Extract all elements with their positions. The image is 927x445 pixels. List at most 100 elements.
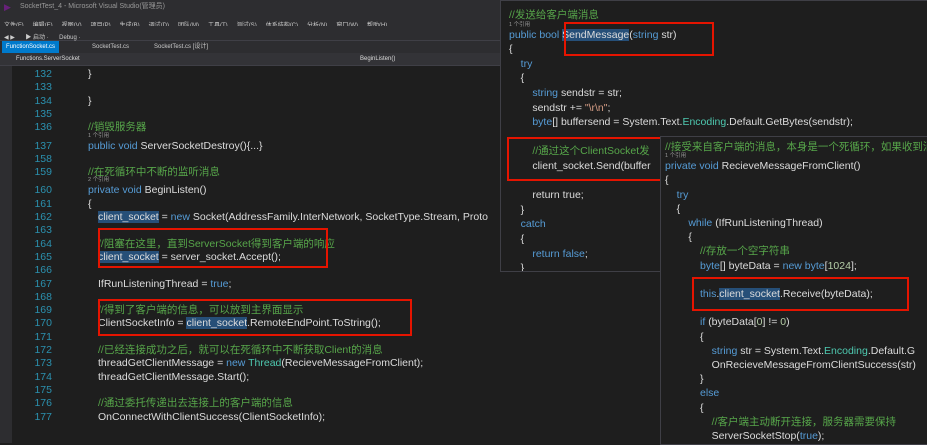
line-number: 134 [34, 94, 52, 107]
navigation-bar: Functions.ServerSocket BeginListen() [0, 53, 500, 66]
member-dropdown[interactable]: BeginListen() [360, 53, 395, 65]
code-token: string [509, 87, 561, 99]
code-line: } [88, 68, 92, 81]
window-title: SocketTest_4 - Microsoft Visual Studio(管… [20, 3, 165, 10]
code-token: ServerSocketStop( [665, 430, 800, 442]
code-token: while [665, 217, 716, 229]
code-token: { [665, 202, 681, 215]
code-token: { [509, 233, 525, 245]
code-token: str = System.Text. [740, 344, 825, 357]
code-token: RecieveMessageFromClient() [721, 160, 861, 173]
code-line: { [665, 402, 704, 415]
code-token: ; [607, 101, 611, 114]
tab-sockettest-design[interactable]: SocketTest.cs [设计] [150, 41, 212, 53]
code-token: [] byteData = [719, 259, 783, 272]
code-line: { [509, 233, 525, 246]
line-number: 161 [34, 197, 52, 210]
line-number: 158 [34, 152, 52, 165]
code-token: (AddressFamily.InterNetwork, SocketType.… [224, 211, 488, 223]
code-token: } [509, 262, 525, 272]
code-line: //存放一个空字符串 [665, 245, 790, 258]
code-token: } [88, 94, 92, 107]
code-token: IfRunListeningThread = [98, 277, 211, 290]
reference-count[interactable]: 1 个引用 [509, 20, 530, 28]
code-line: } [88, 95, 92, 108]
code-token: (byteData[ [708, 316, 757, 329]
code-line: threadGetClientMessage = new Thread(Reci… [98, 357, 423, 370]
reference-count[interactable]: 1 个引用 [88, 131, 109, 139]
line-number: 164 [34, 237, 52, 250]
code-token: threadGetClientMessage = [98, 357, 227, 370]
code-token: (IfRunListeningThread) [715, 217, 823, 229]
line-number: 177 [34, 410, 52, 423]
code-token: catch [509, 218, 546, 231]
code-line: sendstr += "\r\n"; [509, 102, 610, 115]
code-line: //客户端主动断开连接，服务器需要保持 [665, 416, 896, 429]
reference-count[interactable]: 1 个引用 [665, 151, 686, 159]
document-tabs: FunctionSocket.cs SocketTest.cs SocketTe… [0, 41, 500, 53]
code-token: private void [665, 160, 722, 173]
code-token: return true [509, 189, 581, 202]
code-token: sendstr += [509, 101, 585, 114]
code-line: OnConnectWithClientSuccess(ClientSocketI… [98, 411, 325, 424]
line-number: 136 [34, 121, 52, 134]
code-token: { [88, 197, 92, 210]
code-line: //接受来自客户端的消息，本身是一个死循环，如果收到消息 [665, 141, 927, 154]
code-token: //存放一个空字符串 [665, 245, 790, 258]
code-line: OnRecieveMessageFromClientSuccess(str) [665, 359, 916, 372]
code-token: threadGetClientMessage.Start(); [98, 370, 250, 383]
code-token: new [226, 357, 249, 370]
code-line: threadGetClientMessage.Start(); [98, 371, 249, 384]
tab-functionsocket[interactable]: FunctionSocket.cs [2, 41, 60, 53]
line-number: 173 [34, 357, 52, 370]
code-line: return false; [509, 247, 588, 261]
code-line: ServerSocketStop(true); [665, 430, 825, 443]
code-token: .Default.G [867, 344, 916, 357]
code-line: { [509, 43, 513, 56]
code-line: else [665, 387, 719, 400]
code-line: private void BeginListen() [88, 184, 207, 197]
line-number: 166 [34, 264, 52, 277]
line-number: 174 [34, 370, 52, 383]
code-token: (RecieveMessageFromClient); [281, 357, 424, 370]
code-line: } [665, 373, 704, 386]
code-token: byte [804, 259, 825, 272]
tab-sockettest[interactable]: SocketTest.cs [88, 41, 133, 53]
code-token: ; [584, 247, 588, 260]
code-token: true [210, 277, 229, 290]
reference-count[interactable]: 2 个引用 [88, 175, 109, 183]
code-token: byte [665, 259, 720, 272]
code-line: IfRunListeningThread = true; [98, 278, 231, 291]
line-number: 169 [34, 304, 52, 317]
line-number: 167 [34, 277, 52, 290]
code-line: byte[] byteData = new byte[1024]; [665, 260, 857, 273]
highlight-box-sendmessage [564, 22, 714, 56]
code-token: { [509, 43, 513, 56]
code-token: ] != [762, 316, 781, 329]
code-token: } [665, 373, 704, 386]
code-token: //通过委托传递出去连接上的客户端的信息 [98, 397, 293, 410]
code-token: ServerSocketDestroy(){...} [140, 139, 263, 152]
line-number: 132 [34, 68, 52, 80]
code-token: 1024 [827, 259, 851, 272]
code-token: } [509, 203, 525, 216]
code-line: string sendstr = str; [509, 87, 622, 100]
code-token: try [509, 57, 533, 70]
line-number: 175 [34, 383, 52, 396]
code-token: [] buffersend = System.Text. [552, 116, 683, 129]
code-line: //通过委托传递出去连接上的客户端的信息 [98, 397, 293, 410]
highlight-box-remote-endpoint [98, 299, 412, 336]
code-token: //接受来自客户端的消息，本身是一个死循环，如果收到消息 [665, 141, 927, 153]
code-token: ; [580, 189, 584, 202]
code-token: "\r\n" [584, 101, 608, 114]
code-token: public bool [509, 28, 563, 41]
code-line: } [509, 203, 525, 217]
code-token: OnRecieveMessageFromClientSuccess(str) [665, 359, 916, 371]
code-token: .Default.GetBytes(sendstr); [726, 116, 853, 129]
code-token: new [170, 211, 193, 223]
code-line: { [509, 72, 525, 85]
line-number: 172 [34, 344, 52, 356]
class-dropdown[interactable]: Functions.ServerSocket [16, 53, 80, 65]
code-line: while (IfRunListeningThread) [665, 217, 823, 230]
code-token: = [158, 211, 171, 223]
